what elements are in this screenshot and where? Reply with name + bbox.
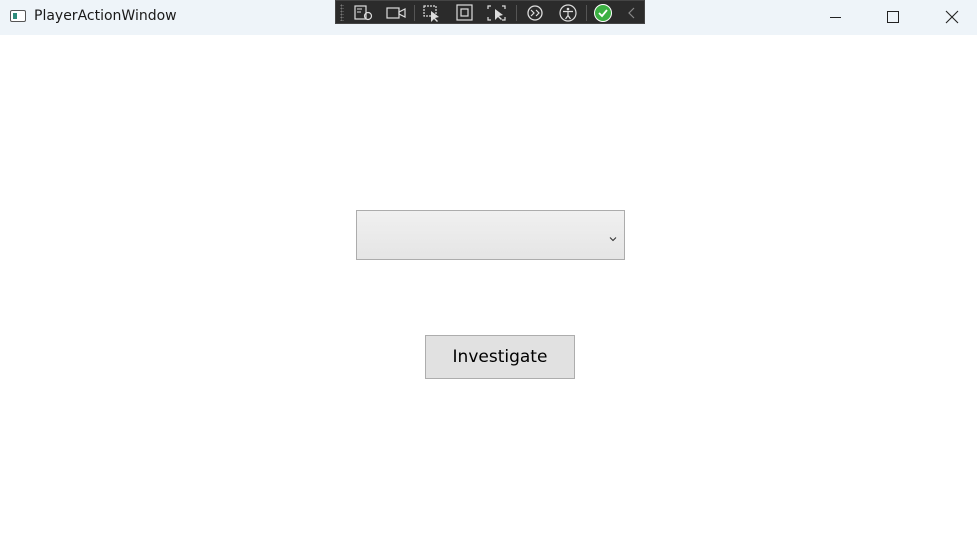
hot-reload-icon[interactable] (523, 3, 547, 23)
close-button[interactable] (922, 0, 977, 35)
select-element-icon[interactable] (421, 3, 445, 23)
live-visual-tree-icon[interactable] (352, 3, 376, 23)
app-icon (10, 10, 26, 22)
track-focus-icon[interactable] (485, 3, 509, 23)
investigate-button-label: Investigate (452, 347, 548, 367)
chevron-down-icon (608, 229, 618, 242)
accessibility-icon[interactable] (556, 3, 580, 23)
display-layout-adorners-icon[interactable] (453, 3, 477, 23)
toolbar-separator (586, 5, 587, 21)
record-icon[interactable] (384, 3, 408, 23)
action-combobox[interactable] (356, 210, 625, 260)
binding-check-icon[interactable] (591, 3, 615, 23)
title-bar[interactable]: PlayerActionWindow (0, 0, 977, 35)
debug-toolbar (335, 0, 645, 24)
toolbar-separator (516, 5, 517, 21)
investigate-button[interactable]: Investigate (425, 335, 575, 379)
maximize-button[interactable] (864, 0, 922, 35)
toolbar-separator (414, 5, 415, 21)
collapse-icon[interactable] (620, 3, 644, 23)
player-action-window: PlayerActionWindow Investigate (0, 0, 977, 551)
toolbar-grip[interactable] (340, 4, 344, 21)
minimize-button[interactable] (806, 0, 864, 35)
window-title: PlayerActionWindow (34, 8, 177, 24)
